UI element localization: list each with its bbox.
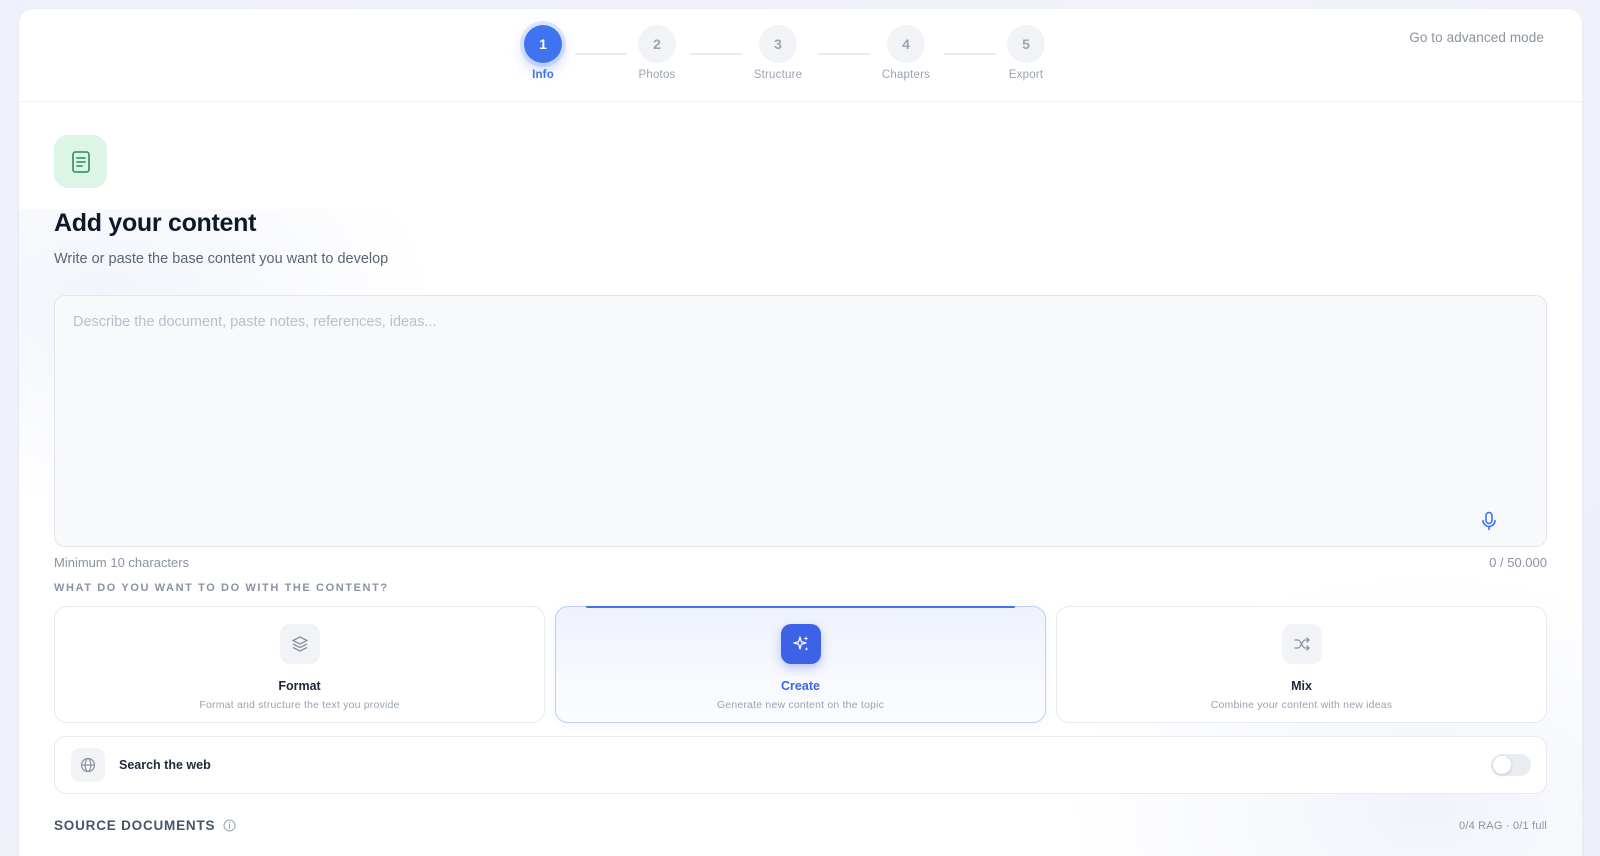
step-info[interactable]: 1 Info <box>503 25 583 81</box>
mode-title: Mix <box>1291 679 1312 693</box>
mode-description: Format and structure the text you provid… <box>199 699 400 711</box>
mode-description: Generate new content on the topic <box>716 699 885 711</box>
sparkles-icon <box>780 624 821 664</box>
page-title: Add your content <box>54 209 257 237</box>
step-structure[interactable]: 3 Structure <box>738 25 818 81</box>
shuffle-icon <box>1281 624 1322 664</box>
step-label: Info <box>532 69 554 81</box>
step-number: 3 <box>759 25 797 63</box>
source-documents-header: SOURCE DOCUMENTS 0/4 RAG · 0/1 full <box>54 818 1547 833</box>
mode-description: Combine your content with new ideas <box>1210 699 1393 711</box>
main-card: 1 Info 2 Photos 3 Structure 4 Chapters 5… <box>19 9 1582 856</box>
page-subtitle: Write or paste the base content you want… <box>54 251 389 267</box>
mode-title: Create <box>781 679 820 693</box>
info-icon[interactable] <box>223 819 236 832</box>
step-photos[interactable]: 2 Photos <box>617 25 697 81</box>
step-label: Export <box>1008 69 1044 81</box>
step-label: Photos <box>638 69 676 81</box>
source-documents-count: 0/4 RAG · 0/1 full <box>1459 819 1547 832</box>
textarea-meta: Minimum 10 characters 0 / 50.000 <box>54 555 1547 570</box>
layers-icon <box>279 624 320 664</box>
step-number: 5 <box>1007 25 1045 63</box>
step-number: 4 <box>887 25 925 63</box>
step-label: Chapters <box>881 69 931 81</box>
min-characters-hint: Minimum 10 characters <box>54 555 190 570</box>
search-web-label: Search the web <box>119 758 211 772</box>
content-textarea[interactable] <box>55 296 1546 546</box>
wizard-header: 1 Info 2 Photos 3 Structure 4 Chapters 5… <box>19 9 1582 102</box>
search-web-row: Search the web <box>54 736 1547 794</box>
step-number: 2 <box>638 25 676 63</box>
mode-mix-card[interactable]: Mix Combine your content with new ideas <box>1056 606 1547 723</box>
mode-section-label: WHAT DO YOU WANT TO DO WITH THE CONTENT? <box>54 582 389 594</box>
step-export[interactable]: 5 Export <box>986 25 1066 81</box>
advanced-mode-link[interactable]: Go to advanced mode <box>1409 30 1544 45</box>
content-textarea-wrapper <box>54 295 1547 547</box>
step-connector <box>818 53 870 55</box>
globe-icon <box>71 748 105 782</box>
source-documents-title: SOURCE DOCUMENTS <box>54 818 216 833</box>
toggle-knob <box>1493 756 1511 774</box>
mode-options: Format Format and structure the text you… <box>54 606 1547 723</box>
mode-title: Format <box>278 679 321 693</box>
microphone-icon[interactable] <box>1478 510 1500 532</box>
mode-create-card[interactable]: Create Generate new content on the topic <box>555 606 1046 723</box>
mode-format-card[interactable]: Format Format and structure the text you… <box>54 606 545 723</box>
step-connector <box>690 53 742 55</box>
step-number: 1 <box>524 25 562 63</box>
step-label: Structure <box>753 69 803 81</box>
character-counter: 0 / 50.000 <box>1489 555 1547 570</box>
document-icon <box>54 135 107 188</box>
search-web-toggle[interactable] <box>1491 754 1531 776</box>
step-chapters[interactable]: 4 Chapters <box>866 25 946 81</box>
content-area: Add your content Write or paste the base… <box>54 135 1547 833</box>
